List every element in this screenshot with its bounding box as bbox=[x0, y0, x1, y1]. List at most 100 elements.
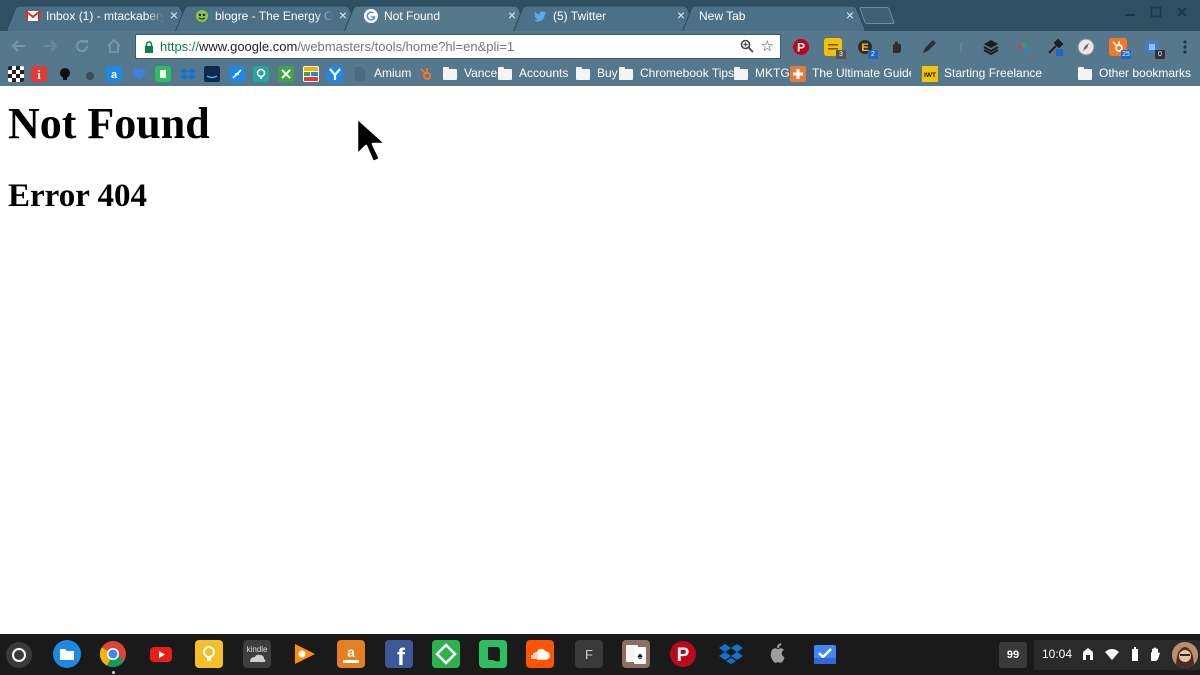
folder-icon bbox=[442, 66, 458, 82]
bookmark-label: Vance bbox=[464, 66, 498, 80]
svg-text:P: P bbox=[797, 41, 805, 55]
drive-upload-icon bbox=[1083, 648, 1093, 660]
hand-icon[interactable] bbox=[888, 38, 906, 56]
tab-blogre[interactable]: blogre - The Energy Ogre × bbox=[175, 2, 359, 32]
layers-icon[interactable] bbox=[982, 38, 1000, 56]
back-arrow-icon[interactable] bbox=[10, 38, 28, 56]
svg-text:f: f bbox=[959, 40, 963, 54]
soundcloud-icon[interactable] bbox=[526, 640, 554, 668]
bookmark-label: Starting Freelance Bu bbox=[944, 66, 1044, 80]
bookmark-label: Other bookmarks bbox=[1099, 66, 1192, 80]
hand-icon bbox=[1151, 647, 1160, 661]
menu-icon[interactable] bbox=[1176, 38, 1194, 56]
tab-strip: Inbox (1) - mtackaberyg × blogre - The E… bbox=[0, 0, 1200, 32]
folder-icon bbox=[618, 66, 634, 82]
info-icon[interactable]: i bbox=[31, 66, 47, 82]
document-icon bbox=[355, 67, 365, 81]
bookmark-label: Chromebook Tips bbox=[640, 66, 735, 80]
extension-puzzle-icon[interactable]: 0 bbox=[1143, 38, 1165, 59]
svg-text:i: i bbox=[37, 67, 41, 82]
facebook-icon[interactable]: f bbox=[385, 640, 413, 671]
checker-icon[interactable] bbox=[8, 66, 24, 82]
eyedropper-icon[interactable] bbox=[1046, 38, 1064, 56]
reload-icon[interactable] bbox=[73, 38, 91, 56]
maximize-icon[interactable] bbox=[1146, 4, 1166, 22]
running-indicator bbox=[112, 671, 115, 674]
tab-title: Not Found bbox=[384, 9, 441, 23]
error-code: Error 404 bbox=[8, 178, 148, 214]
amazon-app-icon[interactable]: a bbox=[337, 640, 365, 668]
dark-dot-icon[interactable] bbox=[82, 66, 98, 82]
pinterest-icon[interactable]: P bbox=[792, 38, 810, 56]
close-x-icon[interactable] bbox=[278, 66, 294, 82]
evernote-icon[interactable] bbox=[155, 66, 171, 82]
kindle-icon[interactable]: kindle bbox=[243, 640, 271, 668]
svg-text:P: P bbox=[677, 645, 690, 666]
browser-toolbar: https://www.google.com/webmasters/tools/… bbox=[0, 31, 1200, 62]
f-app-icon[interactable]: F bbox=[575, 640, 603, 668]
feather-icon[interactable] bbox=[229, 66, 245, 82]
folder-icon bbox=[575, 66, 591, 82]
svg-text:♠: ♠ bbox=[637, 651, 643, 662]
tab-title: Inbox (1) - mtackaberyg bbox=[46, 9, 164, 23]
dropbox-icon[interactable] bbox=[180, 66, 196, 82]
youtube-icon[interactable] bbox=[147, 640, 175, 668]
folder-icon bbox=[1077, 66, 1093, 82]
files-icon[interactable] bbox=[53, 640, 81, 668]
pen-icon[interactable] bbox=[920, 38, 938, 56]
launcher-button[interactable] bbox=[6, 642, 32, 668]
keep-app-icon[interactable] bbox=[195, 640, 223, 668]
tab-title: New Tab bbox=[699, 9, 746, 23]
bookmark-label: Accounts bbox=[519, 66, 569, 80]
dropbox-app-icon[interactable] bbox=[717, 640, 745, 668]
apple-icon[interactable] bbox=[764, 640, 792, 668]
tab-twitter[interactable]: (5) Twitter × bbox=[513, 2, 697, 32]
address-bar[interactable]: https://www.google.com/webmasters/tools/… bbox=[135, 34, 781, 59]
evernote-app-icon[interactable] bbox=[479, 640, 507, 668]
chrome-icon[interactable] bbox=[99, 640, 127, 668]
keep-icon[interactable] bbox=[253, 66, 269, 82]
tab-new-tab[interactable]: New Tab × bbox=[682, 2, 866, 32]
feedly-icon[interactable] bbox=[432, 640, 460, 668]
extension-badge: 0 bbox=[1155, 50, 1165, 59]
bulb-icon[interactable] bbox=[57, 66, 73, 82]
new-tab-button[interactable] bbox=[858, 7, 896, 24]
bookmark-label: Amium bbox=[374, 66, 412, 80]
tab-not-found[interactable]: Not Found × bbox=[344, 2, 528, 32]
evernote-clip-icon[interactable]: E 2 bbox=[856, 38, 878, 59]
plus-cross-icon bbox=[790, 66, 806, 82]
url-host: www.google.com bbox=[199, 39, 298, 54]
amazon-icon[interactable]: a bbox=[106, 66, 122, 82]
zoom-icon[interactable] bbox=[740, 39, 754, 53]
tab-inbox[interactable]: Inbox (1) - mtackaberyg × bbox=[6, 2, 190, 32]
amazon-smile-icon[interactable] bbox=[204, 66, 220, 82]
home-icon[interactable] bbox=[105, 38, 123, 56]
system-shelf: kindle a f F ♠ P 99 10:04 bbox=[0, 634, 1200, 675]
svg-text:kindle: kindle bbox=[247, 645, 268, 654]
notification-count[interactable]: 99 bbox=[999, 642, 1027, 668]
pinterest-app-icon[interactable]: P bbox=[669, 640, 697, 668]
inbox-app-icon[interactable] bbox=[811, 640, 839, 668]
hubspot-icon[interactable]: 25 bbox=[1109, 38, 1131, 59]
iwt-icon: IWT bbox=[922, 66, 938, 82]
heart-icon[interactable] bbox=[131, 66, 147, 82]
url-path: /webmasters/tools/home?hl=en&pli=1 bbox=[297, 39, 515, 54]
forward-arrow-icon[interactable] bbox=[41, 38, 59, 56]
bookmark-star-icon[interactable]: ☆ bbox=[761, 37, 774, 55]
notes-icon[interactable]: 3 bbox=[824, 38, 846, 59]
folder-icon bbox=[733, 66, 749, 82]
compass-icon[interactable] bbox=[1077, 38, 1095, 56]
sheets-icon[interactable] bbox=[303, 66, 319, 82]
color-dots-icon[interactable] bbox=[1014, 38, 1032, 56]
page-content: Not Found Error 404 bbox=[0, 86, 1200, 634]
solitaire-icon[interactable]: ♠ bbox=[622, 640, 650, 668]
window-close-icon[interactable] bbox=[1172, 4, 1192, 22]
y-icon[interactable] bbox=[327, 66, 343, 82]
battery-icon bbox=[1132, 647, 1138, 661]
status-area[interactable]: 10:04 bbox=[1034, 640, 1200, 670]
font-icon[interactable]: f bbox=[952, 38, 970, 56]
close-icon[interactable]: × bbox=[842, 7, 858, 23]
play-music-icon[interactable] bbox=[290, 640, 318, 668]
svg-text:f: f bbox=[397, 644, 406, 668]
minimize-icon[interactable] bbox=[1120, 4, 1140, 22]
